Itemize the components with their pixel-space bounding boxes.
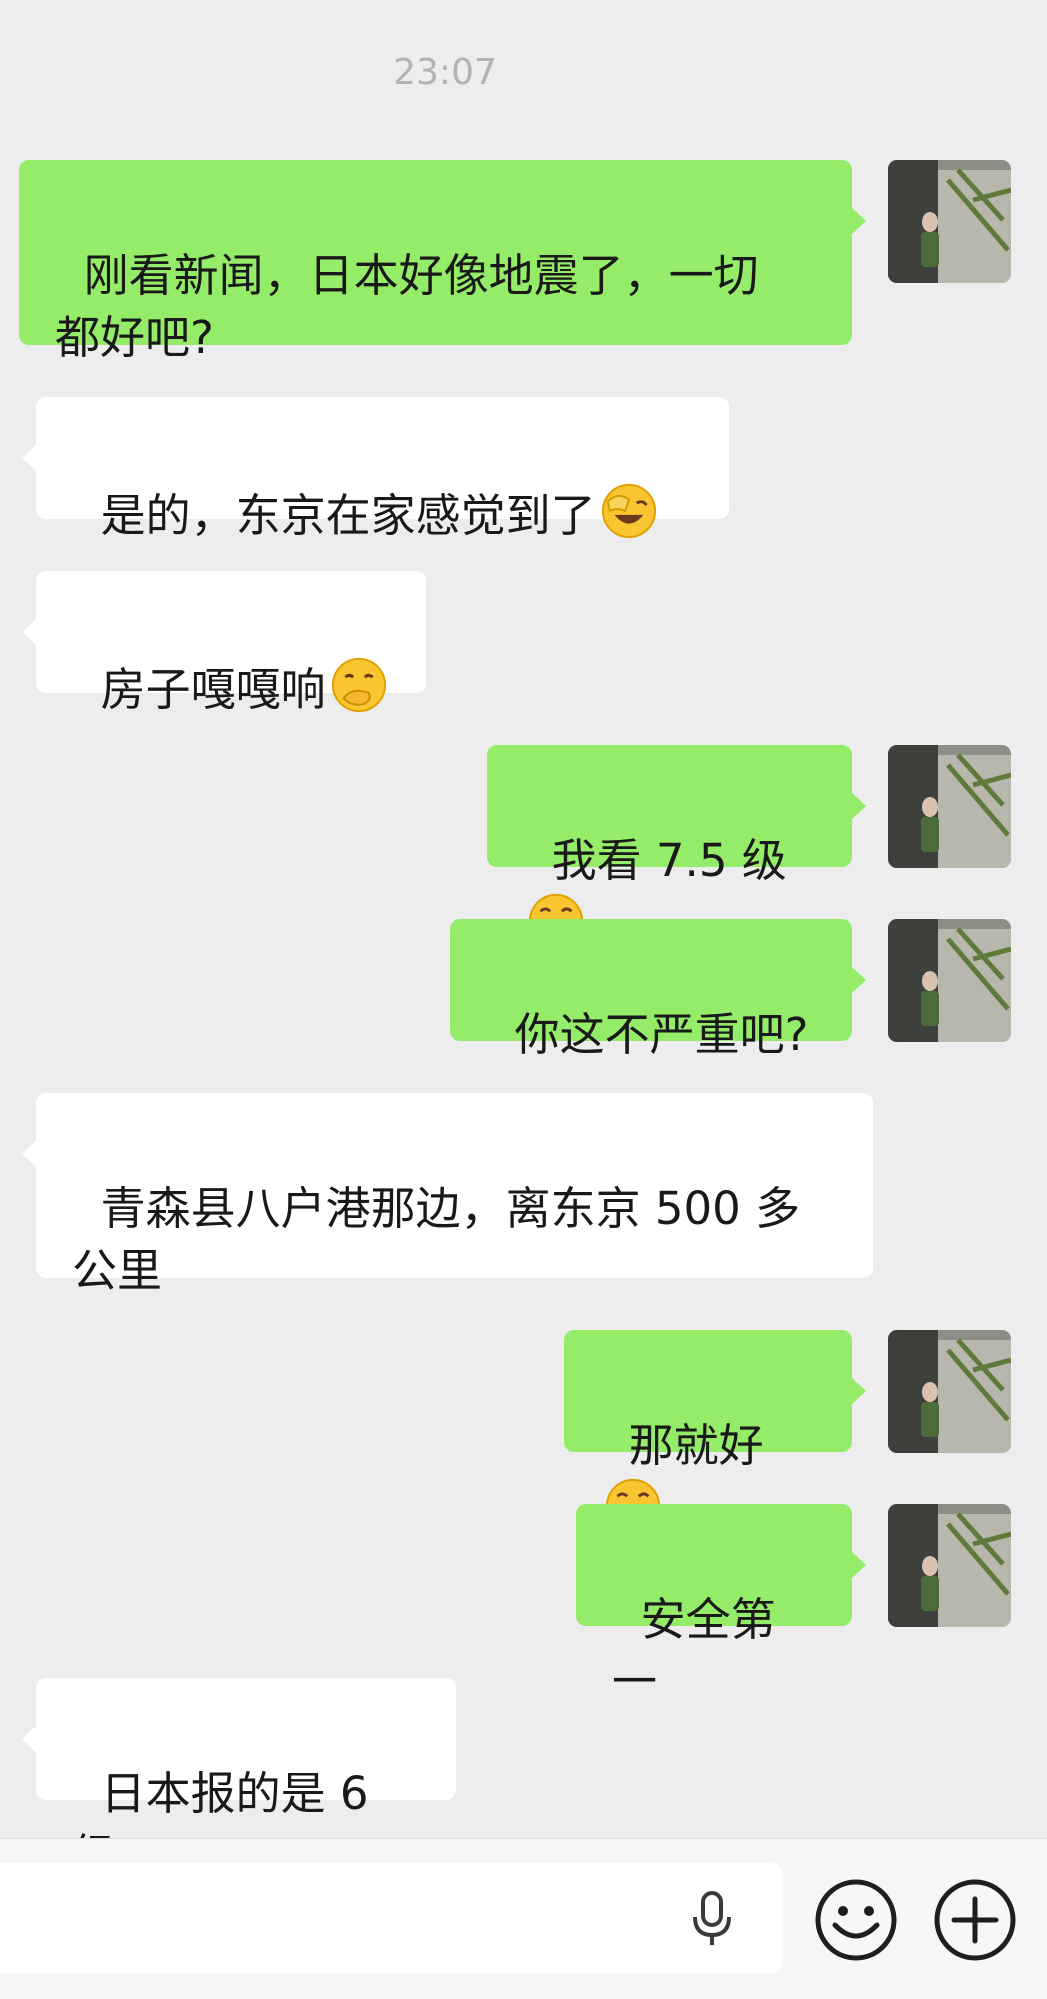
face-palm-laughing-emoji — [601, 483, 656, 539]
avatar-photo — [888, 745, 1011, 868]
avatar[interactable] — [888, 919, 1011, 1042]
message-text: 青森县八户港那边，离东京 500 多 公里 — [72, 1182, 801, 1297]
message-text: 你这不严重吧? — [514, 1008, 809, 1061]
message-bubble-outgoing[interactable]: 你这不严重吧? — [450, 919, 866, 1061]
avatar-photo — [888, 1504, 1011, 1627]
avatar[interactable] — [888, 745, 1011, 868]
avatar-photo — [888, 919, 1011, 1042]
message-text: 刚看新闻，日本好像地震了，一切 都好吧? — [55, 249, 759, 364]
avatar-photo — [888, 1330, 1011, 1453]
chat-timestamp: 23:07 — [393, 52, 497, 93]
message-bubble-incoming[interactable]: 青森县八户港那边，离东京 500 多 公里 — [22, 1093, 873, 1297]
avatar[interactable] — [888, 160, 1011, 283]
microphone-icon[interactable] — [690, 1891, 734, 1947]
message-bubble-incoming[interactable]: 日本报的是 6 级 — [22, 1678, 456, 1882]
message-bubble-outgoing[interactable]: 刚看新闻，日本好像地震了，一切 都好吧? — [19, 160, 866, 364]
message-input[interactable] — [0, 1863, 782, 1973]
message-text: 安全第一 — [612, 1593, 776, 1708]
avatar-photo — [888, 160, 1011, 283]
input-bar — [0, 1838, 1047, 1999]
avatar[interactable] — [888, 1330, 1011, 1453]
message-bubble-outgoing[interactable]: 那就好 — [564, 1330, 866, 1534]
message-text: 那就好 — [628, 1419, 764, 1472]
avatar[interactable] — [888, 1504, 1011, 1627]
message-bubble-outgoing[interactable]: 我看 7.5 级 — [487, 745, 866, 949]
message-text: 我看 7.5 级 — [551, 834, 787, 887]
message-text: 房子嘎嘎响 — [100, 663, 326, 716]
emoji-icon[interactable] — [813, 1877, 899, 1963]
message-bubble-outgoing[interactable]: 安全第一 — [576, 1504, 866, 1708]
message-text: 是的，东京在家感觉到了 — [100, 489, 596, 542]
plus-icon[interactable] — [932, 1877, 1018, 1963]
hand-over-mouth-emoji — [331, 657, 386, 713]
message-bubble-incoming[interactable]: 房子嘎嘎响 — [22, 571, 426, 716]
message-bubble-incoming[interactable]: 是的，东京在家感觉到了 — [22, 397, 729, 542]
